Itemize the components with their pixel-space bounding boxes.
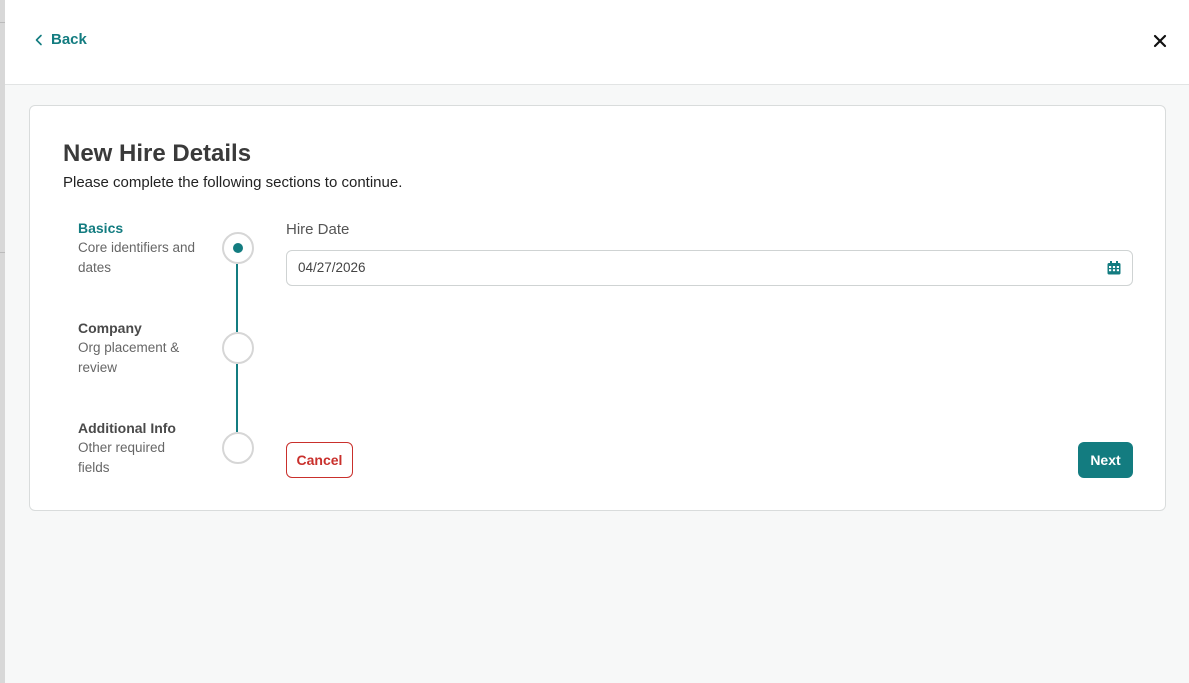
page-title: New Hire Details bbox=[63, 140, 252, 167]
close-icon[interactable] bbox=[1151, 32, 1169, 50]
back-label: Back bbox=[51, 31, 87, 48]
hire-date-label: Hire Date bbox=[286, 221, 350, 238]
step-description: Core identifiers and bbox=[78, 240, 196, 255]
step-company[interactable]: Company Org placement & review bbox=[78, 318, 213, 378]
back-link[interactable]: Back bbox=[33, 31, 87, 48]
step-description: dates bbox=[78, 260, 112, 275]
page-subtitle: Please complete the following sections t… bbox=[63, 174, 403, 191]
stepper-rail bbox=[236, 264, 238, 332]
step-basics[interactable]: Basics Core identifiers and dates bbox=[78, 218, 213, 278]
calendar-icon[interactable] bbox=[1107, 261, 1121, 275]
step-description: fields bbox=[78, 460, 110, 475]
step-description: review bbox=[78, 360, 118, 375]
step-description: Other required bbox=[78, 440, 166, 455]
hire-date-field[interactable] bbox=[286, 250, 1133, 286]
stepper-rail bbox=[236, 364, 238, 432]
next-button[interactable]: Next bbox=[1078, 442, 1133, 478]
edge-divider bbox=[0, 252, 5, 253]
chevron-left-icon bbox=[35, 34, 42, 45]
step-title: Company bbox=[78, 320, 142, 336]
step-description: Org placement & bbox=[78, 340, 180, 355]
step-indicator bbox=[222, 432, 254, 464]
step-indicator-active bbox=[222, 232, 254, 264]
step-title: Additional Info bbox=[78, 420, 176, 436]
step-indicator bbox=[222, 332, 254, 364]
step-additional-info[interactable]: Additional Info Other required fields bbox=[78, 418, 213, 478]
new-hire-card: New Hire Details Please complete the fol… bbox=[29, 105, 1166, 511]
step-title: Basics bbox=[78, 220, 124, 236]
left-edge-strip bbox=[0, 0, 5, 683]
top-bar: Back bbox=[5, 0, 1189, 85]
hire-date-input[interactable] bbox=[288, 252, 1078, 282]
cancel-button[interactable]: Cancel bbox=[286, 442, 353, 478]
active-dot-icon bbox=[233, 243, 243, 253]
